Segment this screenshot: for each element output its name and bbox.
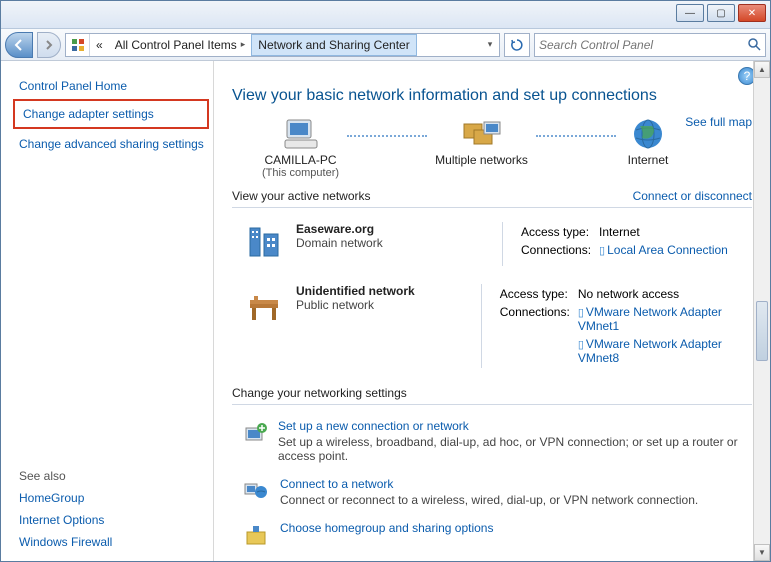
internet-label: Internet xyxy=(628,153,669,167)
adapter-icon: ▯ xyxy=(599,245,605,257)
networks-label: Multiple networks xyxy=(435,153,528,167)
network-row: Unidentified network Public network Acce… xyxy=(232,278,752,380)
task-item: Set up a new connection or network Set u… xyxy=(232,413,752,471)
network-type: Public network xyxy=(296,298,415,312)
homegroup-icon xyxy=(242,521,270,549)
networking-settings-head: Change your networking settings xyxy=(232,386,752,400)
connection-link[interactable]: VMware Network Adapter VMnet8 xyxy=(578,337,722,365)
back-button[interactable] xyxy=(5,32,33,58)
network-row: Easeware.org Domain network Access type:… xyxy=(232,216,752,278)
scroll-thumb[interactable] xyxy=(756,301,768,361)
connection-line xyxy=(347,135,427,137)
sidebar-advanced-link[interactable]: Change advanced sharing settings xyxy=(19,133,205,155)
scroll-up-button[interactable]: ▲ xyxy=(754,61,770,78)
sidebar-seealso-head: See also xyxy=(19,469,205,483)
task-item: Choose homegroup and sharing options xyxy=(232,515,752,557)
networks-icon xyxy=(458,115,506,153)
sidebar: Control Panel Home Change adapter settin… xyxy=(1,61,214,561)
access-type-value: Internet xyxy=(599,224,734,240)
access-type-label: Access type: xyxy=(521,224,597,240)
control-panel-icon xyxy=(66,34,90,56)
computer-name: CAMILLA-PC xyxy=(265,153,337,167)
titlebar: — ▢ ✕ xyxy=(1,1,770,29)
computer-icon xyxy=(277,115,325,153)
connect-disconnect-link[interactable]: Connect or disconnect xyxy=(633,189,752,203)
search-input[interactable] xyxy=(539,38,748,52)
task-desc: Connect or reconnect to a wireless, wire… xyxy=(280,493,698,507)
breadcrumb-dropdown[interactable]: ▾ xyxy=(481,39,499,50)
domain-network-icon xyxy=(242,222,286,266)
search-box[interactable] xyxy=(534,33,766,57)
connect-network-icon xyxy=(242,477,270,505)
public-network-icon xyxy=(242,284,286,328)
network-name: Easeware.org xyxy=(296,222,383,236)
adapter-icon: ▯ xyxy=(578,307,584,319)
connection-line xyxy=(536,135,616,137)
task-homegroup-link[interactable]: Choose homegroup and sharing options xyxy=(280,521,493,535)
main-panel: ? View your basic network information an… xyxy=(214,61,770,561)
sidebar-adapter-link[interactable]: Change adapter settings xyxy=(13,99,209,129)
forward-button[interactable] xyxy=(37,32,61,58)
navbar: « All Control Panel Items▸ Network and S… xyxy=(1,29,770,61)
task-setup-connection-link[interactable]: Set up a new connection or network xyxy=(278,419,752,433)
connection-link[interactable]: VMware Network Adapter VMnet1 xyxy=(578,305,722,333)
computer-sub: (This computer) xyxy=(262,167,339,179)
sidebar-home-link[interactable]: Control Panel Home xyxy=(19,75,205,97)
connections-label: Connections: xyxy=(500,304,576,334)
internet-icon xyxy=(624,115,672,153)
task-connect-network-link[interactable]: Connect to a network xyxy=(280,477,698,491)
breadcrumb-item-current[interactable]: Network and Sharing Center xyxy=(251,34,416,56)
task-desc: Set up a wireless, broadband, dial-up, a… xyxy=(278,435,752,463)
task-item: Connect to a network Connect or reconnec… xyxy=(232,471,752,515)
network-type: Domain network xyxy=(296,236,383,250)
maximize-button[interactable]: ▢ xyxy=(707,4,735,22)
adapter-icon: ▯ xyxy=(578,339,584,351)
breadcrumb-prefix[interactable]: « xyxy=(90,34,109,56)
close-button[interactable]: ✕ xyxy=(738,4,766,22)
page-heading: View your basic network information and … xyxy=(232,87,752,105)
scroll-down-button[interactable]: ▼ xyxy=(754,544,770,561)
refresh-button[interactable] xyxy=(504,33,530,57)
network-name: Unidentified network xyxy=(296,284,415,298)
breadcrumb[interactable]: « All Control Panel Items▸ Network and S… xyxy=(65,33,500,57)
new-connection-icon xyxy=(242,419,268,447)
minimize-button[interactable]: — xyxy=(676,4,704,22)
access-type-value: No network access xyxy=(578,286,750,302)
see-full-map-link[interactable]: See full map xyxy=(685,115,752,129)
sidebar-inetopt-link[interactable]: Internet Options xyxy=(19,509,205,531)
network-map: See full map CAMILLA-PC (This computer) … xyxy=(232,115,752,179)
scrollbar[interactable]: ▲ ▼ xyxy=(753,61,770,561)
breadcrumb-item-all[interactable]: All Control Panel Items▸ xyxy=(109,34,252,56)
connection-link[interactable]: Local Area Connection xyxy=(607,243,728,257)
access-type-label: Access type: xyxy=(500,286,576,302)
sidebar-firewall-link[interactable]: Windows Firewall xyxy=(19,531,205,553)
active-networks-head: View your active networks Connect or dis… xyxy=(232,189,752,203)
sidebar-homegroup-link[interactable]: HomeGroup xyxy=(19,487,205,509)
connections-label: Connections: xyxy=(521,242,597,258)
chevron-right-icon: ▸ xyxy=(241,39,246,50)
search-icon xyxy=(748,38,761,51)
